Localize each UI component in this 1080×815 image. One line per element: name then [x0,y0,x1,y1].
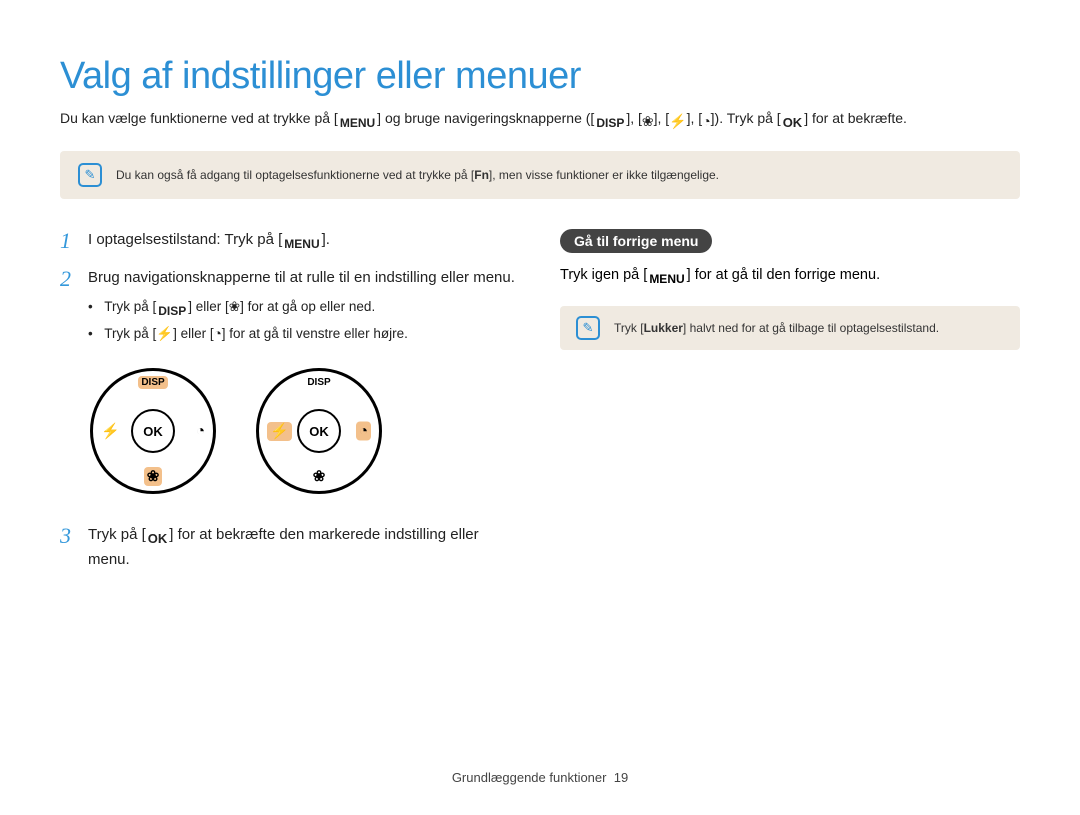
note-text: Tryk [Lukker] halvt ned for at gå tilbag… [614,321,939,335]
dial-disp-label: DISP [259,377,379,388]
dial-horizontal: DISP ⚡ OK ◔ ❀ [256,368,382,494]
disp-key: DISP [594,114,626,132]
intro-part: ]). Tryk på [ [711,110,781,126]
intro-part: ] for at bekræfte. [804,110,907,126]
macro-icon: ❀ [229,299,240,314]
right-column: Gå til forrige menu Tryk igen på [MENU] … [560,229,1020,586]
flash-icon: ⚡ [669,111,686,132]
left-column: 1 I optagelsestilstand: Tryk på [MENU]. … [60,229,520,586]
note-icon: ✎ [576,316,600,340]
step-1: 1 I optagelsestilstand: Tryk på [MENU]. [60,229,520,253]
flash-icon: ⚡ [156,326,173,341]
disp-key: DISP [156,302,188,320]
fn-key: Fn [474,168,489,182]
note-box-shutter: ✎ Tryk [Lukker] halvt ned for at gå tilb… [560,306,1020,350]
dial-flash-icon: ⚡ [267,422,292,441]
dial-ok-label: OK [297,409,341,453]
section-pill: Gå til forrige menu [560,229,712,253]
page-footer: Grundlæggende funktioner 19 [0,770,1080,785]
dial-diagrams: DISP ⚡ OK ◔ ❀ DISP ⚡ OK ◔ ❀ [90,368,520,494]
menu-key: MENU [282,235,321,253]
dial-ok-label: OK [131,409,175,453]
sub-bullet: Tryk på [DISP] eller [❀] for at gå op el… [88,297,520,320]
step-number: 3 [60,524,76,571]
menu-key: MENU [647,270,686,288]
dial-disp-label: DISP [138,376,167,389]
dial-macro-icon: ❀ [144,467,163,486]
intro-text: Du kan vælge funktionerne ved at trykke … [60,108,1020,133]
note-box-fn: ✎ Du kan også få adgang til optagelsesfu… [60,151,1020,199]
intro-part: ], [ [687,110,703,126]
dial-macro-icon: ❀ [259,467,379,485]
step-3: 3 Tryk på [OK] for at bekræfte den marke… [60,524,520,571]
macro-icon: ❀ [642,111,654,132]
dial-timer-icon: ◔ [196,423,205,440]
intro-part: ], [ [654,110,670,126]
step-2: 2 Brug navigationsknapperne til at rulle… [60,267,520,349]
note-icon: ✎ [78,163,102,187]
timer-icon: ◔ [214,326,222,341]
step-number: 2 [60,267,76,349]
timer-icon: ◔ [702,111,710,132]
intro-part: Du kan vælge funktionerne ved at trykke … [60,110,338,126]
intro-part: ], [ [626,110,642,126]
dial-flash-icon: ⚡ [101,422,120,440]
right-paragraph: Tryk igen på [MENU] for at gå til den fo… [560,265,1020,288]
note-text: Du kan også få adgang til optagelsesfunk… [116,168,719,182]
shutter-key: Lukker [644,321,683,335]
ok-key: OK [146,529,170,549]
page-title: Valg af indstillinger eller menuer [60,55,1020,98]
sub-bullet: Tryk på [⚡] eller [◔] for at gå til vens… [88,324,520,344]
dial-timer-icon: ◔ [356,422,371,441]
ok-key: OK [781,113,805,133]
intro-part: ] og bruge navigeringsknapperne ([ [377,110,594,126]
step-number: 1 [60,229,76,253]
menu-key: MENU [338,114,377,132]
dial-vertical: DISP ⚡ OK ◔ ❀ [90,368,216,494]
